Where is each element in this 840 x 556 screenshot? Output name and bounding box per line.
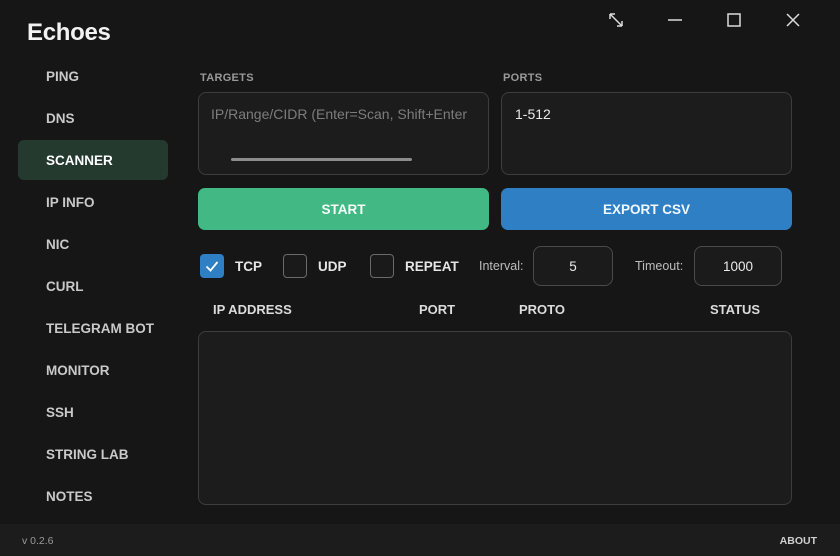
export-csv-button[interactable]: EXPORT CSV <box>501 188 792 230</box>
column-header-port: PORT <box>419 302 456 317</box>
sidebar-item-scanner[interactable]: SCANNER <box>18 140 168 180</box>
about-link[interactable]: ABOUT <box>780 535 817 547</box>
targets-input[interactable]: IP/Range/CIDR (Enter=Scan, Shift+Enter <box>198 92 489 175</box>
repeat-label: REPEAT <box>405 259 459 274</box>
timeout-label: Timeout: <box>635 259 684 273</box>
tcp-checkbox[interactable] <box>200 254 224 278</box>
sidebar-item-monitor[interactable]: MONITOR <box>18 350 168 390</box>
sidebar-item-curl[interactable]: CURL <box>18 266 168 306</box>
column-header-ip-address: IP ADDRESS <box>213 302 292 317</box>
sidebar-item-nic[interactable]: NIC <box>18 224 168 264</box>
ports-input[interactable]: 1-512 <box>501 92 792 175</box>
sidebar-item-ssh[interactable]: SSH <box>18 392 168 432</box>
ports-label: PORTS <box>503 72 543 84</box>
results-list[interactable] <box>198 331 792 505</box>
repeat-checkbox[interactable] <box>370 254 394 278</box>
version-text: v 0.2.6 <box>22 535 54 547</box>
udp-checkbox[interactable] <box>283 254 307 278</box>
maximize-icon[interactable] <box>704 9 763 31</box>
start-button[interactable]: START <box>198 188 489 230</box>
targets-label: TARGETS <box>200 72 254 84</box>
interval-label: Interval: <box>479 259 524 273</box>
expand-icon[interactable] <box>586 9 645 31</box>
window-controls <box>586 9 822 31</box>
ports-value: 1-512 <box>515 106 551 122</box>
targets-placeholder: IP/Range/CIDR (Enter=Scan, Shift+Enter <box>211 106 468 122</box>
tcp-label: TCP <box>235 259 262 274</box>
interval-input[interactable]: 5 <box>533 246 613 286</box>
sidebar-item-telegram-bot[interactable]: TELEGRAM BOT <box>18 308 168 348</box>
close-icon[interactable] <box>763 9 822 31</box>
sidebar-item-string-lab[interactable]: STRING LAB <box>18 434 168 474</box>
checkmark-icon <box>205 261 219 272</box>
timeout-input[interactable]: 1000 <box>694 246 782 286</box>
sidebar-item-notes[interactable]: NOTES <box>18 476 168 516</box>
column-header-proto: PROTO <box>519 302 565 317</box>
status-bar: v 0.2.6 ABOUT <box>0 524 840 556</box>
sidebar-item-dns[interactable]: DNS <box>18 98 168 138</box>
minimize-icon[interactable] <box>645 9 704 31</box>
sidebar-item-ping[interactable]: PING <box>18 56 168 96</box>
sidebar-item-ip-info[interactable]: IP INFO <box>18 182 168 222</box>
sidebar: PING DNS SCANNER IP INFO NIC CURL TELEGR… <box>18 56 168 518</box>
column-header-status: STATUS <box>710 302 761 317</box>
targets-scrollbar[interactable] <box>231 158 412 161</box>
app-title: Echoes <box>27 19 111 46</box>
udp-label: UDP <box>318 259 347 274</box>
